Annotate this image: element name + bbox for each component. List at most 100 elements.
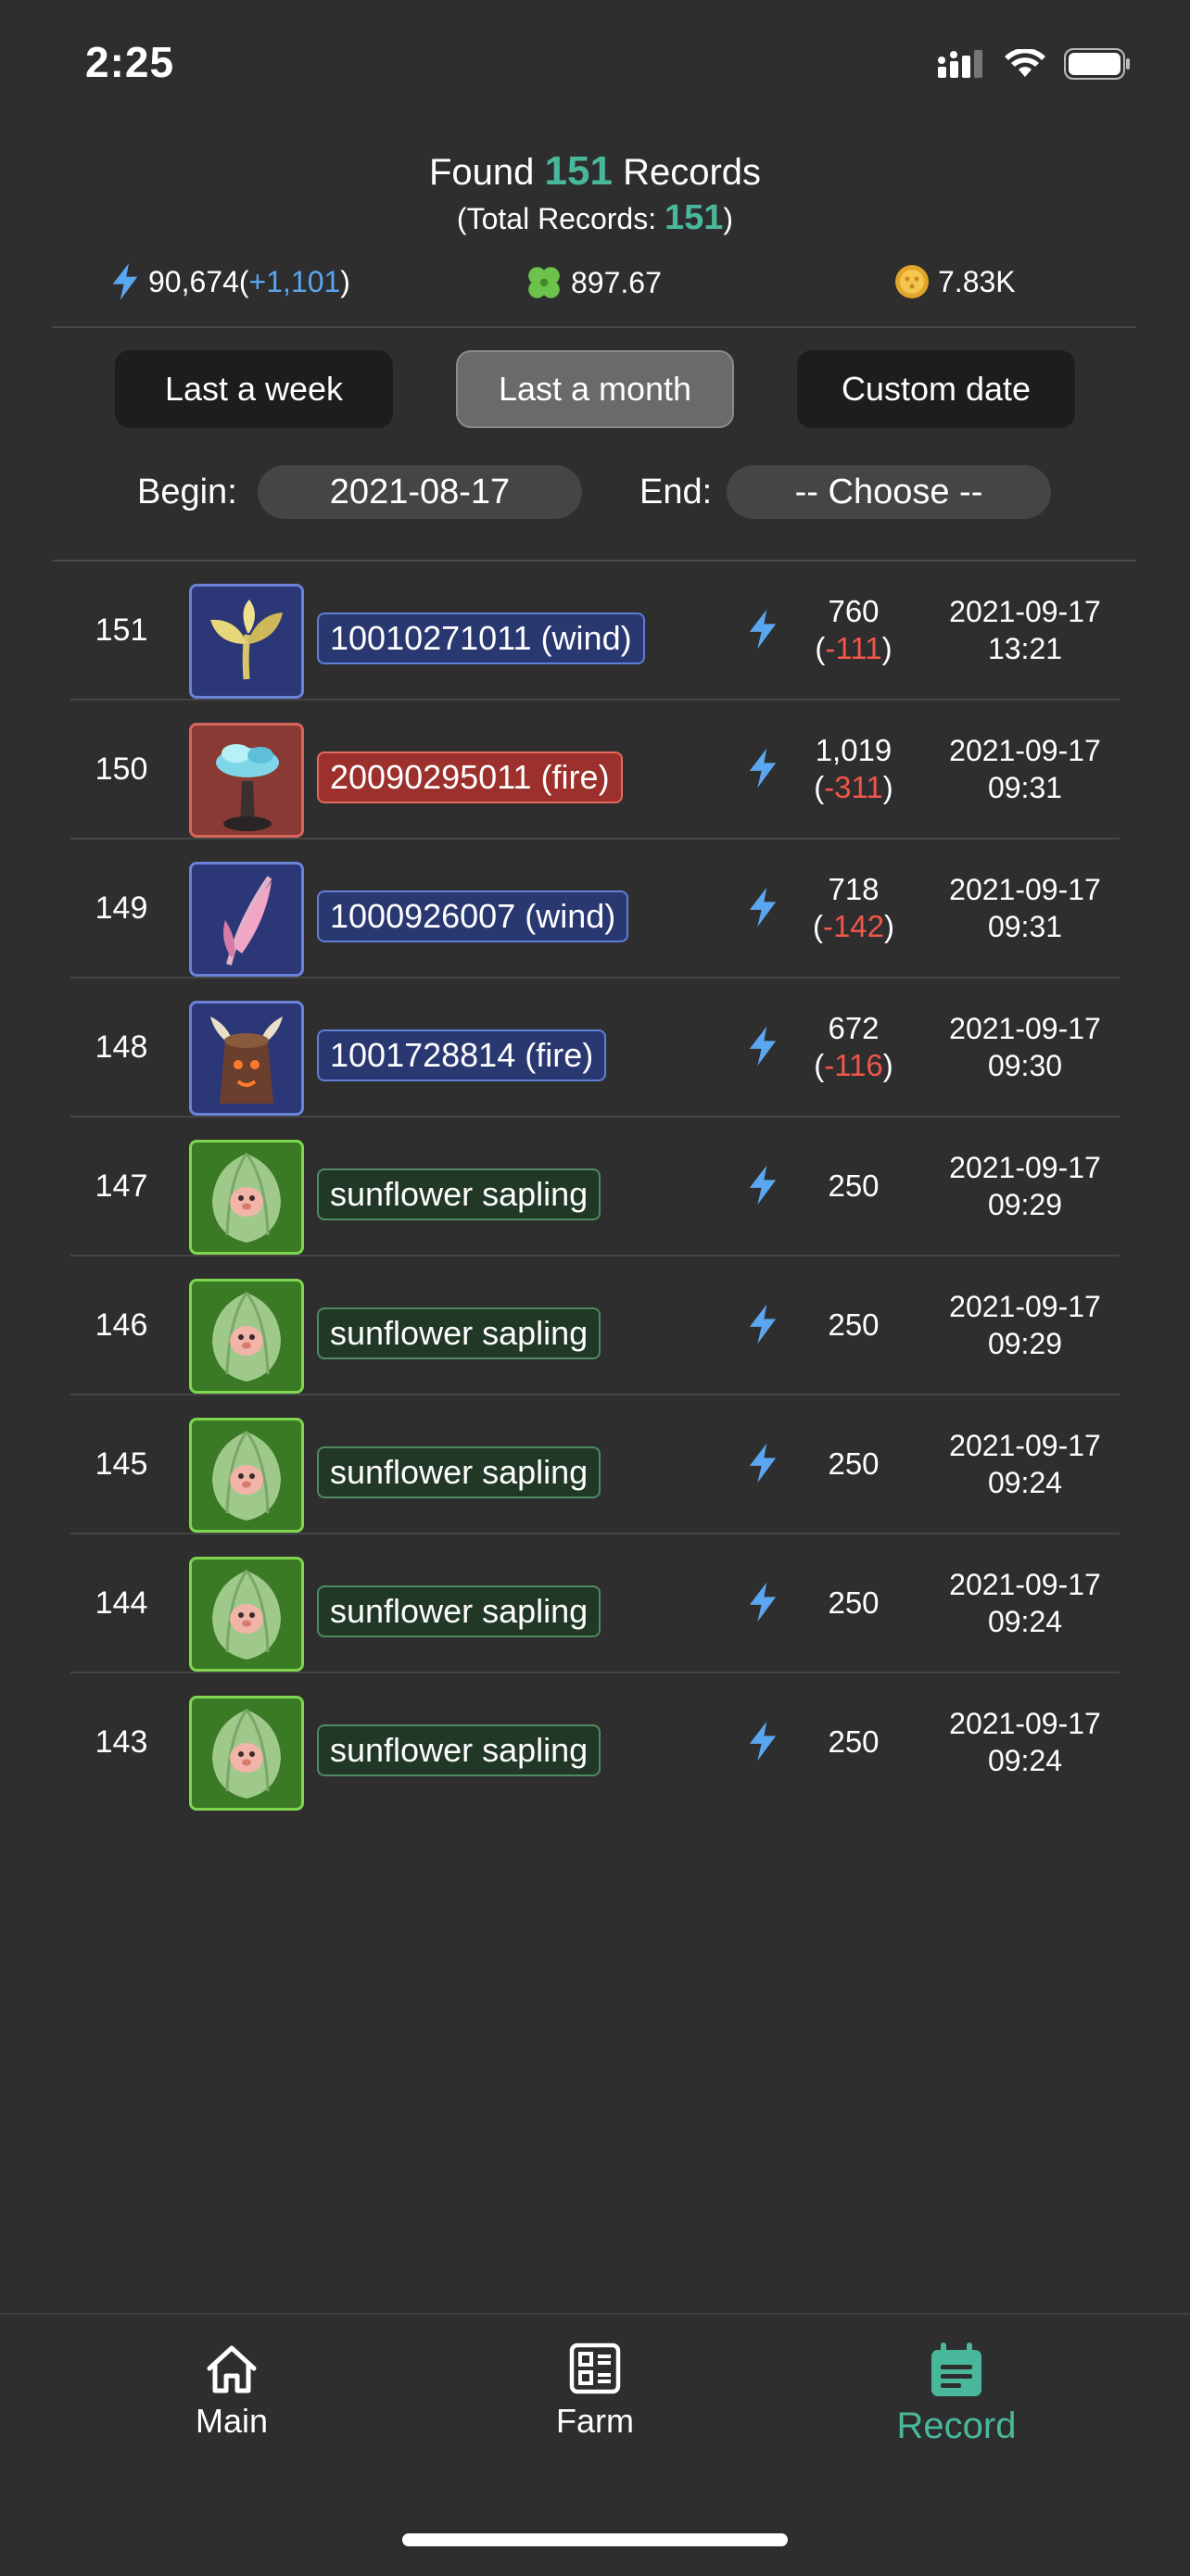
record-energy-delta: (-142): [812, 909, 895, 943]
record-time: 09:31: [987, 910, 1063, 943]
date-range: Begin: 2021-08-17 End: -- Choose --: [0, 465, 1190, 519]
record-energy-value: 1,019: [815, 733, 892, 767]
record-row[interactable]: 150 20090295011 (fire) 1,019 (-311) 2021-09-…: [70, 701, 1120, 840]
record-number: 145: [95, 1446, 148, 1482]
record-row[interactable]: 148 1001728814 (fire) 672 (-116) 2021-09-17 0…: [70, 979, 1120, 1118]
lightning-icon: [749, 609, 777, 650]
record-date: 2021-09-17: [949, 1707, 1101, 1740]
record-row[interactable]: 144 sunflower sapling 250 2021-09-17 09:24: [70, 1534, 1120, 1673]
records-list: 151 10010271011 (wind) 760 (-111) 2021-09-17…: [70, 562, 1120, 1812]
sunflower-sapling-icon: [189, 1279, 304, 1394]
sunflower-sapling-icon: [189, 1696, 304, 1811]
record-energy-value: 250: [828, 1585, 880, 1620]
last-month-button[interactable]: Last a month: [456, 350, 734, 428]
record-number: 151: [95, 612, 148, 648]
record-energy-value: 250: [828, 1724, 880, 1759]
record-timestamp: 2021-09-17 09:31: [932, 840, 1118, 977]
record-row[interactable]: 146 sunflower sapling 250 2021-09-17 09:29: [70, 1256, 1120, 1395]
record-row[interactable]: 149 1000926007 (wind) 718 (-142) 2021-09-17 0…: [70, 840, 1120, 979]
record-name-tag: sunflower sapling: [317, 1168, 601, 1220]
tab-record-label: Record: [896, 2406, 1017, 2446]
record-date: 2021-09-17: [949, 873, 1101, 906]
record-name-tag: sunflower sapling: [317, 1724, 601, 1776]
record-name-tag: sunflower sapling: [317, 1446, 601, 1498]
record-energy-value: 250: [828, 1307, 880, 1342]
lightning-icon: [749, 1443, 777, 1484]
clover-value: 897.67: [571, 265, 662, 299]
record-time: 09:29: [987, 1327, 1063, 1360]
record-timestamp: 2021-09-17 09:29: [932, 1256, 1118, 1394]
record-time: 09:24: [987, 1466, 1063, 1499]
record-row[interactable]: 145 sunflower sapling 250 2021-09-17 09:24: [70, 1395, 1120, 1534]
record-energy: 760 (-111): [784, 562, 923, 699]
last-week-button[interactable]: Last a week: [115, 350, 393, 428]
record-energy-delta-value: -111: [825, 631, 882, 665]
record-energy-delta: (-311): [814, 770, 893, 804]
record-number: 146: [95, 1307, 148, 1343]
lightning-icon: [749, 887, 777, 928]
record-timestamp: 2021-09-17 09:29: [932, 1118, 1118, 1255]
battery-icon: [1064, 48, 1130, 80]
record-name-tag: sunflower sapling: [317, 1585, 601, 1637]
coin-stat: 7.83K: [893, 263, 1016, 300]
tab-farm[interactable]: Farm: [475, 2342, 715, 2441]
record-timestamp: 2021-09-17 09:24: [932, 1534, 1118, 1672]
records-summary: Found 151 Records (Total Records: 151): [0, 148, 1190, 239]
record-energy-value: 672: [828, 1011, 880, 1045]
record-time: 13:21: [987, 632, 1063, 665]
record-number: 143: [95, 1724, 148, 1760]
record-timestamp: 2021-09-17 09:30: [932, 979, 1118, 1116]
record-time: 09:29: [987, 1188, 1063, 1221]
total-count: 151: [665, 198, 724, 237]
tab-record[interactable]: Record: [836, 2342, 1077, 2447]
record-timestamp: 2021-09-17 09:24: [932, 1673, 1118, 1811]
lightning-icon: [749, 1304, 777, 1345]
coin-icon: [895, 265, 929, 298]
record-name-tag: 1000926007 (wind): [317, 890, 629, 942]
status-time: 2:25: [85, 38, 175, 86]
record-date: 2021-09-17: [949, 1429, 1101, 1462]
record-energy-delta: (-116): [814, 1048, 893, 1082]
record-number: 148: [95, 1029, 148, 1065]
record-energy-value: 718: [828, 872, 880, 906]
farm-grid-icon: [569, 2342, 621, 2394]
end-label: End:: [639, 473, 713, 511]
found-count: 151: [544, 148, 613, 194]
record-energy: 672 (-116): [784, 979, 923, 1116]
total-prefix: (Total Records:: [456, 202, 657, 235]
record-number: 149: [95, 890, 148, 926]
record-energy-value: 250: [828, 1446, 880, 1481]
record-energy: 250: [784, 1395, 923, 1533]
lightning-icon: [749, 1165, 777, 1206]
sunflower-sapling-icon: [189, 1418, 304, 1533]
custom-date-button[interactable]: Custom date: [797, 350, 1075, 428]
lightning-icon: [749, 1721, 777, 1762]
tab-main[interactable]: Main: [111, 2342, 352, 2441]
begin-date-picker[interactable]: 2021-08-17: [258, 465, 582, 519]
record-time: 09:24: [987, 1605, 1063, 1638]
found-prefix: Found: [428, 152, 535, 193]
tab-main-label: Main: [195, 2402, 269, 2440]
record-date: 2021-09-17: [949, 1290, 1101, 1323]
end-date-picker[interactable]: -- Choose --: [727, 465, 1051, 519]
record-energy: 250: [784, 1673, 923, 1811]
status-icons: [938, 48, 1131, 80]
energy-close-paren: ): [340, 264, 350, 298]
record-energy: 250: [784, 1118, 923, 1255]
record-calendar-icon: [931, 2342, 981, 2396]
clover-icon: [528, 267, 560, 298]
sunflower-sapling-icon: [189, 1557, 304, 1672]
home-indicator: [402, 2533, 788, 2546]
record-name-tag: 20090295011 (fire): [317, 751, 623, 803]
energy-delta: +1,101: [248, 264, 341, 298]
energy-stat: 90,674(+1,101): [109, 263, 350, 300]
begin-label: Begin:: [137, 473, 237, 511]
record-name-tag: 10010271011 (wind): [317, 612, 645, 664]
record-row[interactable]: 143 sunflower sapling 250 2021-09-17 09:24: [70, 1673, 1120, 1812]
record-name-tag: 1001728814 (fire): [317, 1029, 607, 1081]
pink-feather-plant-icon: [189, 862, 304, 977]
record-row[interactable]: 151 10010271011 (wind) 760 (-111) 2021-09-17…: [70, 562, 1120, 701]
record-time: 09:31: [987, 771, 1063, 804]
record-row[interactable]: 147 sunflower sapling 250 2021-09-17 09:29: [70, 1118, 1120, 1256]
record-energy: 250: [784, 1534, 923, 1672]
